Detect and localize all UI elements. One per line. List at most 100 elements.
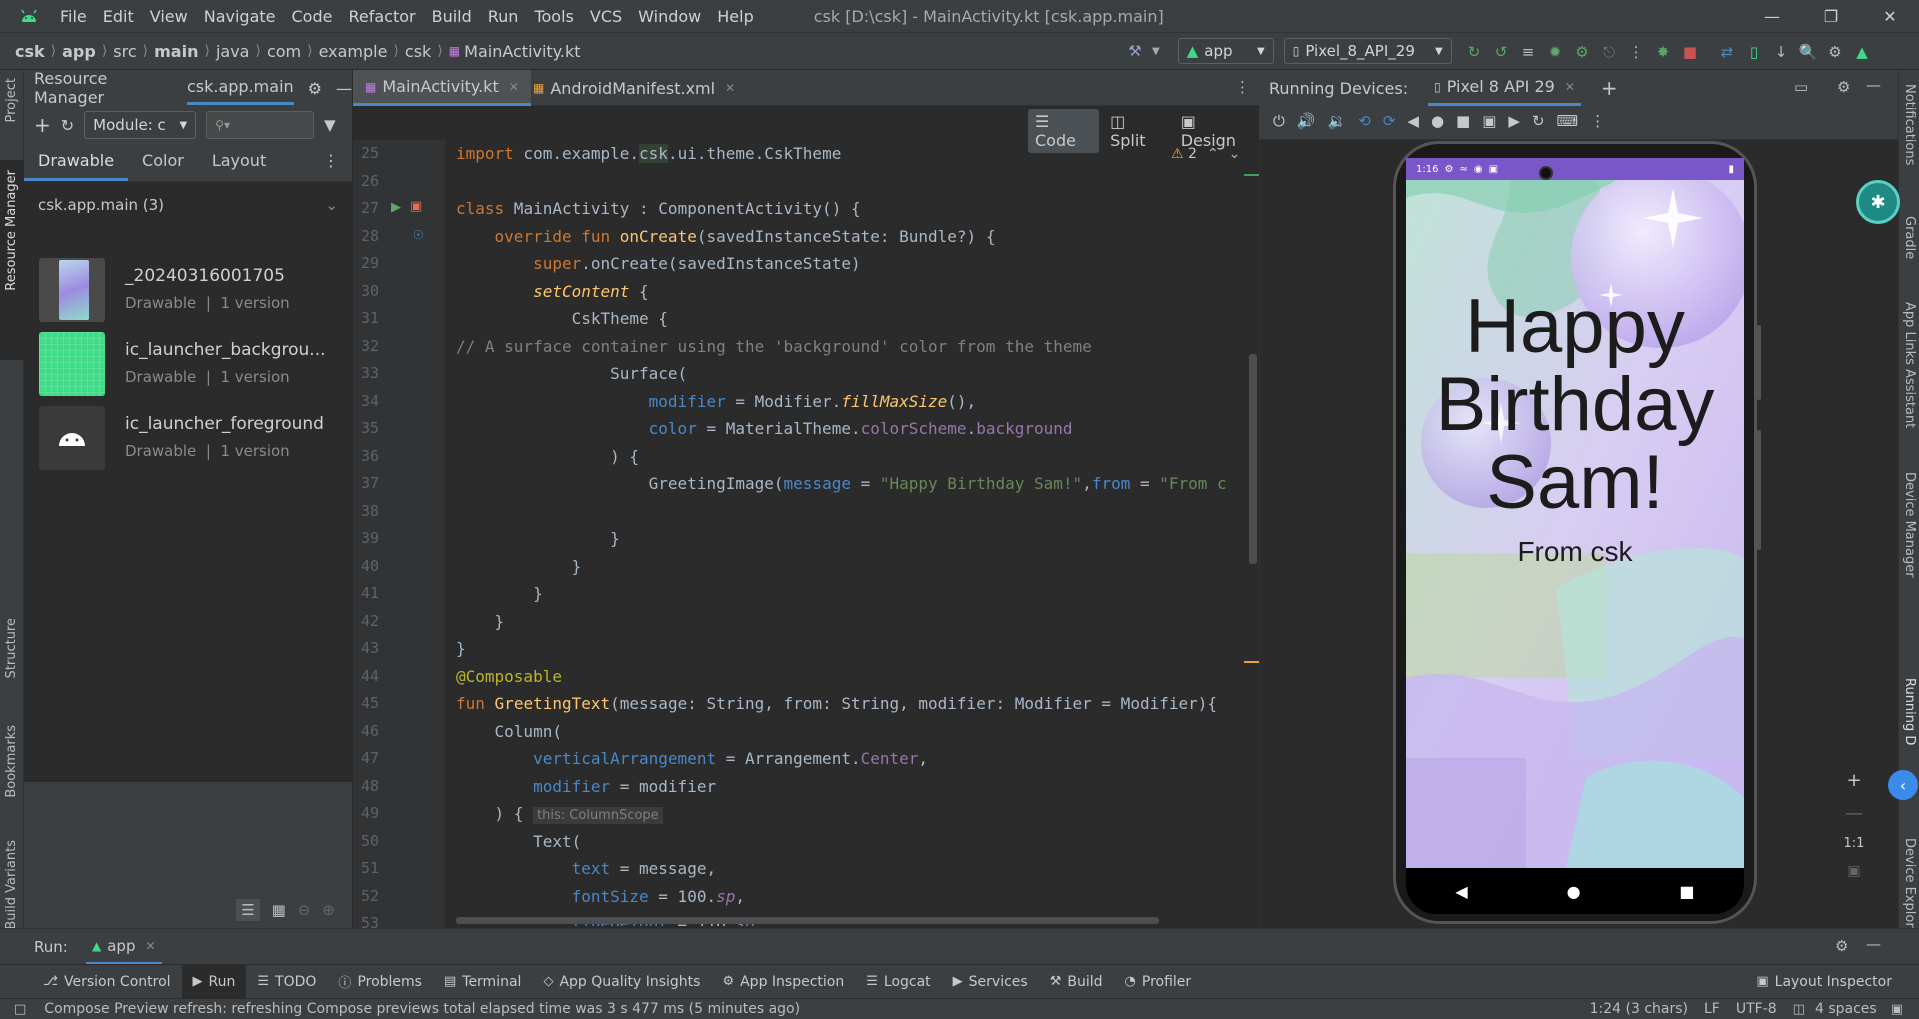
close-tab-icon[interactable]: ✕ <box>1565 80 1575 94</box>
screenshot-icon[interactable]: ▣ <box>1482 112 1496 130</box>
menu-tools[interactable]: Tools <box>526 7 581 26</box>
minimize-icon[interactable]: — <box>1744 0 1800 32</box>
assistant-floating-icon[interactable]: ✱ <box>1856 180 1900 224</box>
sync-gradle-icon[interactable]: ⇄ <box>1716 41 1738 63</box>
minimize-panel-icon[interactable]: — <box>1866 76 1881 94</box>
reset-icon[interactable]: ↻ <box>1532 112 1545 130</box>
close-tab-icon[interactable]: ✕ <box>509 80 519 94</box>
device-manager-tool-button[interactable]: Device Manager <box>1902 472 1917 578</box>
rotate-right-icon[interactable]: ⟳ <box>1383 112 1396 130</box>
services-tool-button[interactable]: ▶ Services <box>942 965 1039 999</box>
settings-gear-icon[interactable]: ⚙ <box>1835 937 1848 955</box>
profiler-tool-button[interactable]: ◔ Profiler <box>1114 965 1203 999</box>
file-encoding[interactable]: UTF-8 <box>1736 1001 1777 1017</box>
indent-setting[interactable]: 4 spaces <box>1815 1001 1877 1017</box>
breadcrumb-item[interactable]: MainActivity.kt <box>464 42 580 61</box>
more-run-icon[interactable]: ⋮ <box>1625 41 1647 63</box>
device-screen[interactable]: 1:16 ⚙ ≈ ◉ ▣ ▮ Happy Birthday Sam! From … <box>1406 158 1744 868</box>
memory-indicator-icon[interactable]: ▣ <box>1891 1002 1903 1017</box>
build-tool-button[interactable]: ⚒ Build <box>1039 965 1114 999</box>
device-explorer-tool-button[interactable]: Device Explorer <box>1902 838 1917 938</box>
close-tab-icon[interactable]: ✕ <box>145 939 155 953</box>
project-tool-button[interactable]: Project <box>4 78 19 122</box>
more-options-icon[interactable]: ⋮ <box>1590 112 1605 130</box>
zoom-actual-button[interactable]: 1:1 <box>1844 836 1865 851</box>
volume-up-icon[interactable]: 🔊 <box>1297 112 1316 130</box>
run-config-tab[interactable]: ▲ app ✕ <box>86 929 162 965</box>
maximize-icon[interactable]: ▭ <box>1794 78 1808 96</box>
overview-icon[interactable]: ■ <box>1679 882 1694 901</box>
add-resource-icon[interactable]: + <box>34 113 51 137</box>
minimize-panel-icon[interactable]: — <box>1866 935 1881 953</box>
version-control-tool-button[interactable]: ⎇ Version Control <box>32 965 182 999</box>
back-icon[interactable]: ◀ <box>1407 112 1419 130</box>
home-icon[interactable]: ● <box>1567 882 1581 901</box>
device-select[interactable]: ▯ Pixel_8_API_29 ▼ <box>1283 38 1452 64</box>
todo-tool-button[interactable]: ☰ TODO <box>246 965 327 999</box>
menu-view[interactable]: View <box>142 7 196 26</box>
caret-position[interactable]: 1:24 (3 chars) <box>1590 1001 1688 1017</box>
menu-navigate[interactable]: Navigate <box>196 7 284 26</box>
profile-icon[interactable]: ⚙ <box>1571 41 1593 63</box>
power-icon[interactable]: ⏻ <box>1273 112 1285 130</box>
breadcrumb-item[interactable]: com <box>267 42 301 61</box>
stop-icon[interactable]: ■ <box>1679 41 1701 63</box>
home-icon[interactable]: ● <box>1431 112 1444 130</box>
android-studio-icon[interactable]: ▲ <box>1851 41 1873 63</box>
zoom-out-icon[interactable]: — <box>1845 803 1863 824</box>
horizontal-scrollbar[interactable] <box>456 917 1159 924</box>
layout-inspector-tool-button[interactable]: ▣ Layout Inspector <box>1745 965 1903 999</box>
zoom-in-icon[interactable]: + <box>1846 770 1861 791</box>
close-tab-icon[interactable]: ✕ <box>725 81 735 95</box>
status-message[interactable]: Compose Preview refresh: refreshing Comp… <box>44 1001 800 1017</box>
hammer-icon[interactable]: ⚒ <box>1124 40 1146 62</box>
breadcrumb-item[interactable]: main <box>154 42 198 61</box>
menu-file[interactable]: File <box>52 7 95 26</box>
module-tab[interactable]: csk.app.main <box>186 71 294 105</box>
resource-search-input[interactable]: ⚲▾ <box>206 111 315 139</box>
settings-gear-icon[interactable]: ⚙ <box>1824 41 1846 63</box>
volume-down-icon[interactable]: 🔉 <box>1328 112 1347 130</box>
module-select[interactable]: Module: c ▼ <box>84 111 197 139</box>
breadcrumb-item[interactable]: csk <box>405 42 431 61</box>
tab-androidmanifest[interactable]: ▦ AndroidManifest.xml ✕ <box>521 70 747 106</box>
menu-help[interactable]: Help <box>709 7 761 26</box>
menu-run[interactable]: Run <box>480 7 527 26</box>
settings-gear-icon[interactable]: ⚙ <box>308 79 322 98</box>
device-tab[interactable]: ▯ Pixel 8 API 29 ✕ <box>1428 70 1581 106</box>
menu-vcs[interactable]: VCS <box>582 7 630 26</box>
attach-icon[interactable]: ✸ <box>1652 41 1674 63</box>
breadcrumb-item[interactable]: src <box>113 42 136 61</box>
vertical-scrollbar[interactable] <box>1249 354 1257 564</box>
sdk-manager-icon[interactable]: ↓ <box>1770 41 1792 63</box>
add-device-icon[interactable]: + <box>1601 76 1618 100</box>
logcat-tool-button[interactable]: ☰ Logcat <box>855 965 941 999</box>
tab-mainactivity[interactable]: ▦ MainActivity.kt ✕ <box>353 70 531 106</box>
menu-build[interactable]: Build <box>424 7 480 26</box>
app-inspection-tool-button[interactable]: ⚙ App Inspection <box>711 965 855 999</box>
settings-gear-icon[interactable]: ⚙ <box>1837 78 1850 96</box>
breadcrumb-item[interactable]: example <box>319 42 388 61</box>
notifications-tool-button[interactable]: Notifications <box>1902 84 1917 165</box>
debug-icon[interactable]: ✹ <box>1544 41 1566 63</box>
apply-changes-restart-icon[interactable]: ↻ <box>1463 41 1485 63</box>
code-view[interactable]: import com.example.csk.ui.theme.CskTheme… <box>0 140 1259 930</box>
problems-tool-button[interactable]: ⓘ Problems <box>327 965 433 999</box>
device-manager-icon[interactable]: ▯ <box>1743 41 1765 63</box>
attach-debugger-icon[interactable]: ⎋ <box>1598 41 1620 63</box>
app-links-tool-button[interactable]: App Links Assistant <box>1902 302 1917 428</box>
line-separator[interactable]: LF <box>1704 1001 1720 1017</box>
hammer-dropdown-icon[interactable]: ▼ <box>1152 46 1160 57</box>
rotate-left-icon[interactable]: ⟲ <box>1358 112 1371 130</box>
restore-icon[interactable]: ❐ <box>1803 0 1859 32</box>
run-tool-button[interactable]: ▶ Run <box>181 964 247 999</box>
breadcrumb-item[interactable]: app <box>62 42 96 61</box>
run-tests-icon[interactable]: ≡ <box>1517 41 1539 63</box>
keyboard-icon[interactable]: ⌨ <box>1557 112 1579 130</box>
zoom-fit-icon[interactable]: ▣ <box>1847 863 1860 879</box>
menu-edit[interactable]: Edit <box>95 7 142 26</box>
app-quality-insights-tool-button[interactable]: ◇ App Quality Insights <box>532 965 711 999</box>
lock-icon[interactable]: ◫ <box>1793 1002 1805 1017</box>
collapse-panel-icon[interactable]: ‹ <box>1888 770 1918 800</box>
refresh-icon[interactable]: ↻ <box>61 116 74 135</box>
